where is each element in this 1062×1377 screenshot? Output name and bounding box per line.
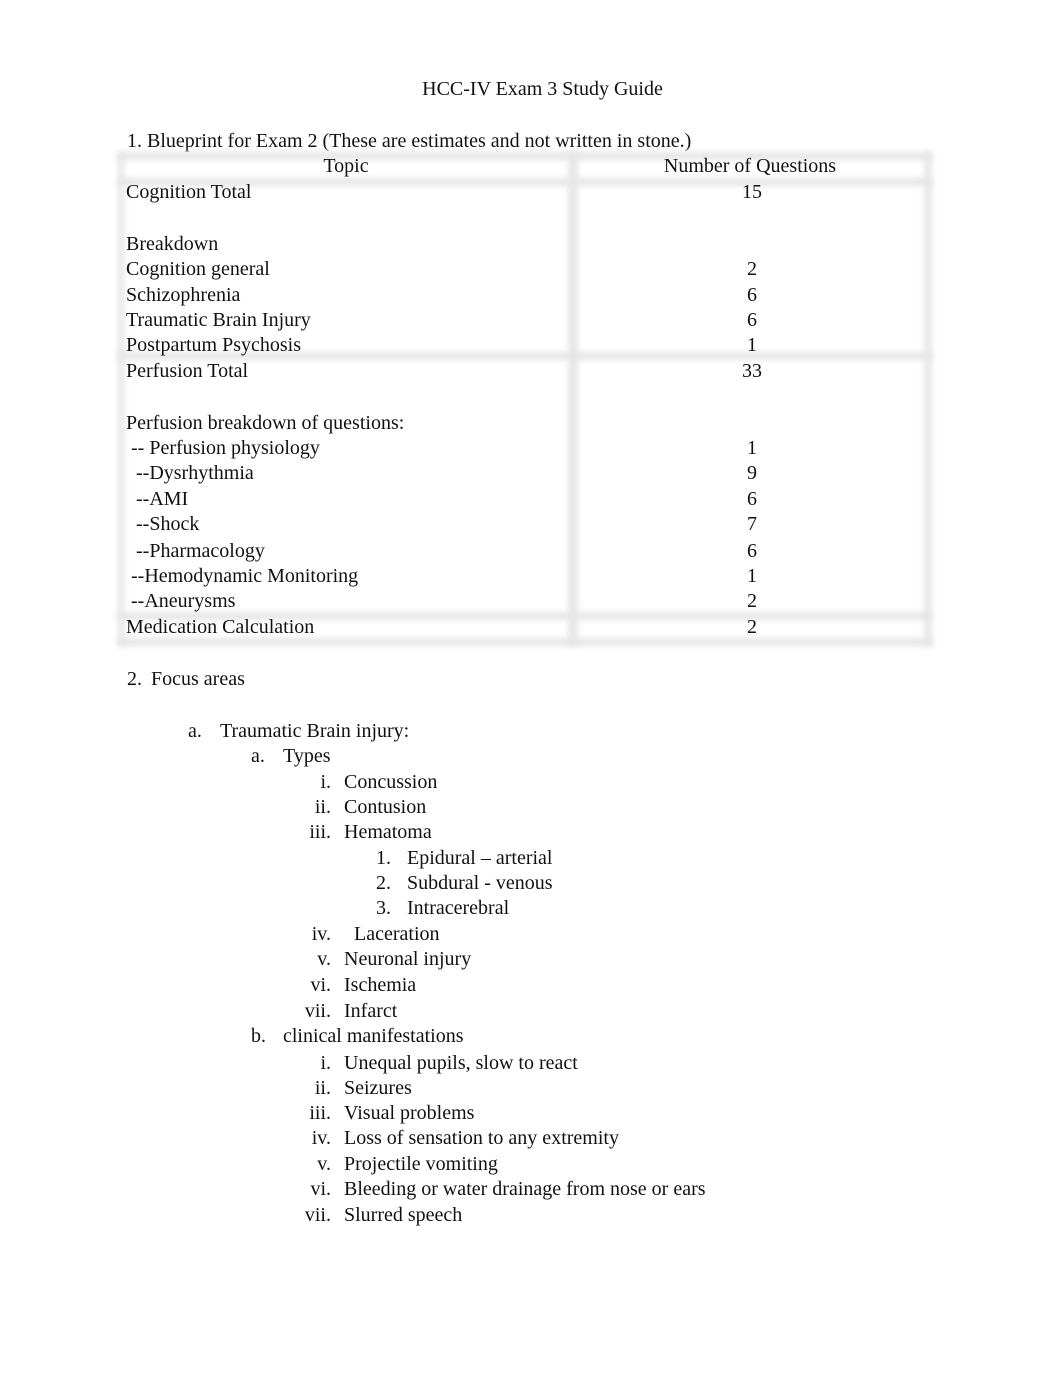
table-row-topic: --Pharmacology (126, 540, 265, 562)
list-item-marker: iv. (311, 1127, 331, 1149)
table-row-topic: --Dysrhythmia (126, 462, 254, 484)
clinical-marker: b. (251, 1025, 266, 1047)
table-row-count: 6 (747, 540, 757, 562)
table-row-count: 15 (742, 181, 762, 203)
table-row-topic: Schizophrenia (126, 284, 241, 306)
list-item: Loss of sensation to any extremity (344, 1127, 619, 1149)
table-row-count: 7 (747, 513, 757, 535)
table-row-count: 33 (742, 360, 762, 382)
table-row-count: 6 (747, 284, 757, 306)
table-border-middle (568, 152, 578, 646)
table-row-topic: Breakdown (126, 233, 219, 255)
list-item-marker: iii. (309, 1102, 331, 1124)
list-item-marker: v. (317, 948, 331, 970)
clinical-text: clinical manifestations (283, 1025, 464, 1047)
list-item: Infarct (344, 1000, 398, 1022)
table-header-count: Number of Questions (663, 155, 837, 177)
table-border-right (924, 152, 932, 646)
list-item-marker: 2. (376, 872, 391, 894)
table-row-count: 9 (747, 462, 757, 484)
focus-a-marker: a. (188, 720, 202, 742)
table-row-count: 2 (747, 590, 757, 612)
list-item: Projectile vomiting (344, 1153, 498, 1175)
list-item: Laceration (354, 923, 440, 945)
table-row-topic: Perfusion breakdown of questions: (126, 412, 405, 434)
list-item: Seizures (344, 1077, 412, 1099)
types-text: Types (283, 745, 331, 767)
list-item-marker: i. (320, 771, 331, 793)
list-item: Contusion (344, 796, 427, 818)
focus-a-text: Traumatic Brain injury: (220, 720, 410, 742)
list-item-marker: vii. (304, 1000, 331, 1022)
list-item: Subdural - venous (407, 872, 553, 894)
list-item: Epidural – arterial (407, 847, 553, 869)
table-row-topic: --Aneurysms (126, 590, 236, 612)
table-row-count: 1 (747, 334, 757, 356)
section-2-marker: 2. (127, 668, 142, 690)
types-marker: a. (251, 745, 265, 767)
list-item-marker: vi. (310, 974, 331, 996)
list-item-marker: vi. (310, 1178, 331, 1200)
table-row-topic: --AMI (126, 488, 189, 510)
document-title: HCC-IV Exam 3 Study Guide (422, 78, 663, 100)
table-border-left (118, 152, 124, 646)
list-item-marker: vii. (304, 1204, 331, 1226)
table-row-topic: Traumatic Brain Injury (126, 309, 311, 331)
section-1-heading: 1. Blueprint for Exam 2 (These are estim… (127, 130, 692, 152)
table-row-topic: Cognition Total (126, 181, 252, 203)
list-item-marker: 3. (376, 897, 391, 919)
list-item-marker: iv. (311, 923, 331, 945)
list-item-marker: i. (320, 1052, 331, 1074)
list-item: Visual problems (344, 1102, 475, 1124)
table-row-count: 2 (747, 616, 757, 638)
list-item-marker: ii. (314, 1077, 331, 1099)
table-row-topic: Postpartum Psychosis (126, 334, 302, 356)
list-item: Bleeding or water drainage from nose or … (344, 1178, 706, 1200)
list-item-marker: v. (317, 1153, 331, 1175)
table-row-count: 2 (747, 258, 757, 280)
table-row-count: 1 (747, 437, 757, 459)
list-item-marker: ii. (314, 796, 331, 818)
table-row-topic: --Shock (126, 513, 200, 535)
list-item: Hematoma (344, 821, 432, 843)
table-row-count: 6 (747, 309, 757, 331)
list-item: Slurred speech (344, 1204, 463, 1226)
list-item: Ischemia (344, 974, 417, 996)
list-item: Concussion (344, 771, 438, 793)
list-item-marker: iii. (309, 821, 331, 843)
table-row-topic: Perfusion Total (126, 360, 249, 382)
table-row-count: 6 (747, 488, 757, 510)
list-item-marker: 1. (376, 847, 391, 869)
section-2-heading: Focus areas (151, 668, 245, 690)
table-row-topic: --Hemodynamic Monitoring (126, 565, 359, 587)
list-item: Unequal pupils, slow to react (344, 1052, 578, 1074)
list-item: Neuronal injury (344, 948, 472, 970)
list-item: Intracerebral (407, 897, 510, 919)
table-row-topic: -- Perfusion physiology (126, 437, 320, 459)
table-row-count: 1 (747, 565, 757, 587)
table-row-topic: Medication Calculation (126, 616, 315, 638)
table-row-topic: Cognition general (126, 258, 270, 280)
